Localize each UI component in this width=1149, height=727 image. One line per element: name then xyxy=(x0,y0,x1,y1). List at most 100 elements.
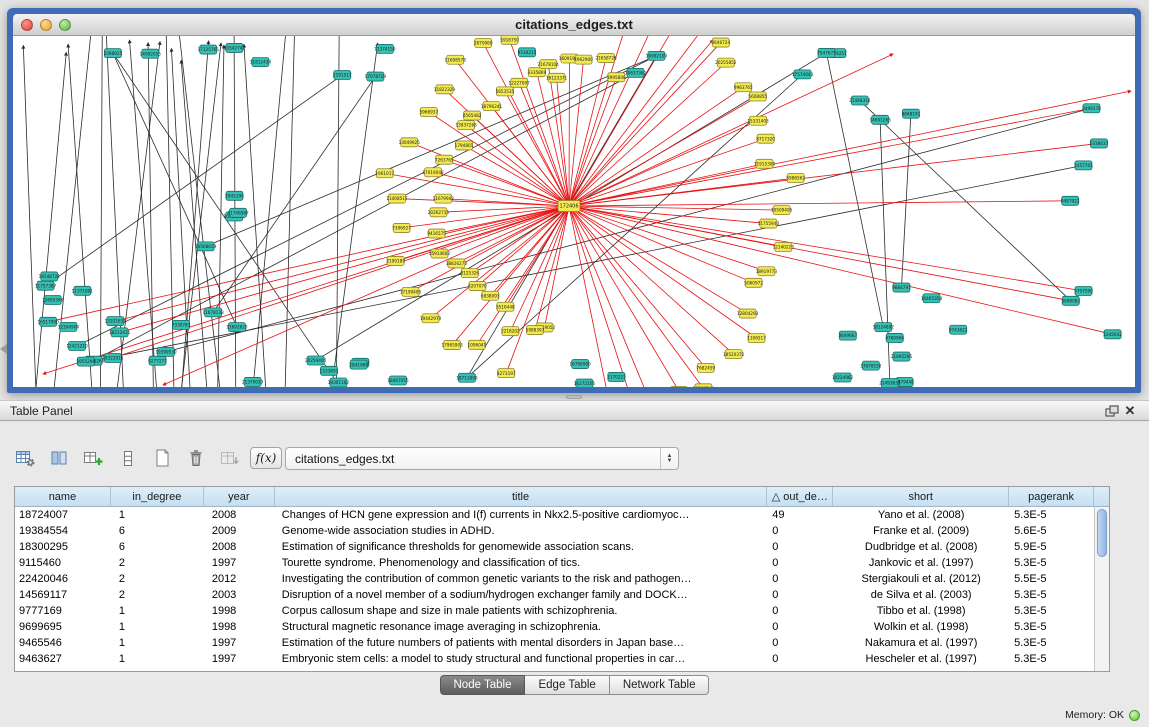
network-node[interactable]: 12227007 xyxy=(508,78,530,87)
network-node[interactable]: 5797590 xyxy=(1074,286,1093,295)
network-node[interactable]: 11757387 xyxy=(35,281,57,290)
network-node[interactable]: 18826273 xyxy=(446,259,468,268)
table-mode-button[interactable] xyxy=(114,445,141,471)
network-node[interactable]: 9487922 xyxy=(1061,196,1080,205)
network-node[interactable]: 13937268 xyxy=(455,121,477,130)
network-node[interactable]: 1333891 xyxy=(320,366,339,375)
network-node[interactable]: 2841969 xyxy=(349,360,368,369)
network-node[interactable]: 19442979 xyxy=(420,314,442,323)
network-node[interactable]: 8125326 xyxy=(460,269,479,278)
delete-table-button[interactable] xyxy=(182,445,209,471)
tab-edge-table[interactable]: Edge Table xyxy=(525,675,609,695)
network-node[interactable]: 19399539 xyxy=(155,347,177,356)
network-node[interactable]: 12304904 xyxy=(58,322,80,331)
network-node[interactable]: 7547671 xyxy=(817,48,836,57)
network-node[interactable]: 2191517 xyxy=(333,71,352,80)
network-node[interactable]: 7306927 xyxy=(392,223,411,232)
network-node[interactable]: 21746587 xyxy=(227,208,249,217)
float-panel-button[interactable] xyxy=(1103,403,1121,419)
network-node[interactable]: 13101631 xyxy=(105,317,127,326)
network-node[interactable]: 4962900 xyxy=(574,55,593,64)
network-node[interactable]: 2218202 xyxy=(501,327,520,336)
table-row[interactable]: 1938455462009Genome-wide association stu… xyxy=(15,523,1094,539)
network-node[interactable]: 3995808 xyxy=(607,73,626,82)
network-node[interactable]: 4207070 xyxy=(468,282,487,291)
network-node[interactable]: 9416575 xyxy=(427,229,446,238)
network-node[interactable]: 20259404 xyxy=(305,356,327,365)
network-graph[interactable]: 1999210995302151137415910637362170787291… xyxy=(13,36,1135,387)
new-table-button[interactable] xyxy=(148,445,175,471)
table-row[interactable]: 911546021997Tourette syndrome. Phenomeno… xyxy=(15,555,1094,571)
network-node[interactable]: 12804293 xyxy=(737,309,759,318)
network-node[interactable]: 6277277 xyxy=(148,356,167,365)
network-node[interactable]: 21493631 xyxy=(879,378,901,387)
network-node[interactable]: 11679942 xyxy=(433,194,455,203)
network-node[interactable]: 5986562 xyxy=(786,173,805,182)
network-node[interactable]: 3170223 xyxy=(607,372,626,381)
network-node[interactable]: 11374159 xyxy=(374,44,396,53)
network-node[interactable]: 172406 xyxy=(558,201,580,212)
column-header-year[interactable]: year xyxy=(204,487,275,506)
scrollbar-thumb[interactable] xyxy=(1097,509,1107,557)
show-columns-button[interactable] xyxy=(46,445,73,471)
network-node[interactable]: 13049925 xyxy=(399,138,421,147)
network-node[interactable]: 14691263 xyxy=(869,115,891,124)
column-header-pagerank[interactable]: pagerank xyxy=(1009,487,1094,506)
table-row[interactable]: 1830029562008Estimation of significance … xyxy=(15,539,1094,555)
network-node[interactable]: 10465358 xyxy=(921,294,943,303)
table-source-select[interactable]: citations_edges.txt ▲▼ xyxy=(285,447,679,470)
network-node[interactable]: 2870060 xyxy=(474,39,493,48)
network-node[interactable]: 11812434 xyxy=(250,58,272,67)
column-header-short[interactable]: short xyxy=(833,487,1009,506)
close-panel-button[interactable]: ✕ xyxy=(1121,403,1139,419)
table-settings-button[interactable] xyxy=(12,445,39,471)
network-node[interactable]: 11692623 xyxy=(226,323,248,332)
column-header-name[interactable]: name xyxy=(15,487,111,506)
column-header-in_degree[interactable]: in_degree xyxy=(111,487,204,506)
split-pane-handle[interactable] xyxy=(566,395,582,399)
tab-network-table[interactable]: Network Table xyxy=(610,675,710,695)
network-node[interactable]: 2457701 xyxy=(1074,161,1093,170)
network-node[interactable]: 18123371 xyxy=(546,73,568,82)
network-node[interactable]: 8273197 xyxy=(497,369,516,378)
network-node[interactable]: 18124892 xyxy=(873,323,895,332)
network-node[interactable]: 19548721 xyxy=(39,272,61,281)
table-row[interactable]: 946362711997Embryonic stem cells: a mode… xyxy=(15,651,1094,667)
network-node[interactable]: 18796241 xyxy=(481,102,503,111)
network-node[interactable]: 17078729 xyxy=(365,72,387,81)
network-canvas[interactable]: 1999210995302151137415910637362170787291… xyxy=(13,36,1135,387)
network-node[interactable]: 1098925 xyxy=(104,49,123,58)
network-node[interactable]: 10509495 xyxy=(771,206,793,215)
network-node[interactable]: 2190189 xyxy=(386,256,405,265)
network-node[interactable]: 3499178 xyxy=(1082,104,1101,113)
close-button[interactable] xyxy=(21,19,33,31)
network-node[interactable]: 13586544 xyxy=(693,384,715,387)
network-node[interactable]: 4848191 xyxy=(902,109,921,118)
create-column-button[interactable] xyxy=(80,445,107,471)
network-node[interactable]: 12695394 xyxy=(42,295,64,304)
network-node[interactable]: 5608855 xyxy=(748,92,767,101)
tab-node-table[interactable]: Node Table xyxy=(440,675,526,695)
network-node[interactable]: 19322915 xyxy=(102,353,124,362)
network-node[interactable]: 7330781 xyxy=(172,320,191,329)
network-node[interactable]: 18467055 xyxy=(387,376,409,385)
network-node[interactable]: 9743622 xyxy=(949,325,968,334)
table-row[interactable]: 969969511998Structural magnetic resonanc… xyxy=(15,619,1094,635)
collapse-panel-arrow-icon[interactable] xyxy=(0,344,7,354)
network-node[interactable]: 14992055 xyxy=(140,49,162,58)
network-node[interactable]: 17019048 xyxy=(422,168,444,177)
network-node[interactable]: 11698578 xyxy=(445,55,467,64)
minimize-button[interactable] xyxy=(40,19,52,31)
network-node[interactable]: 3649667 xyxy=(838,331,857,340)
network-node[interactable]: 17199495 xyxy=(400,287,422,296)
network-node[interactable]: 21448318 xyxy=(849,96,871,105)
network-node[interactable]: 21658726 xyxy=(595,54,617,63)
network-node[interactable]: 5516448 xyxy=(496,302,515,311)
network-node[interactable]: 5918750 xyxy=(500,36,519,44)
network-node[interactable]: 2945190 xyxy=(225,191,244,200)
network-node[interactable]: 7682459 xyxy=(696,363,715,372)
network-node[interactable]: 4565482 xyxy=(463,111,482,120)
network-node[interactable]: 2120192 xyxy=(670,386,689,387)
table-row[interactable]: 1456911722003Disruption of a novel membe… xyxy=(15,587,1094,603)
table-scrollbar[interactable] xyxy=(1094,507,1109,671)
